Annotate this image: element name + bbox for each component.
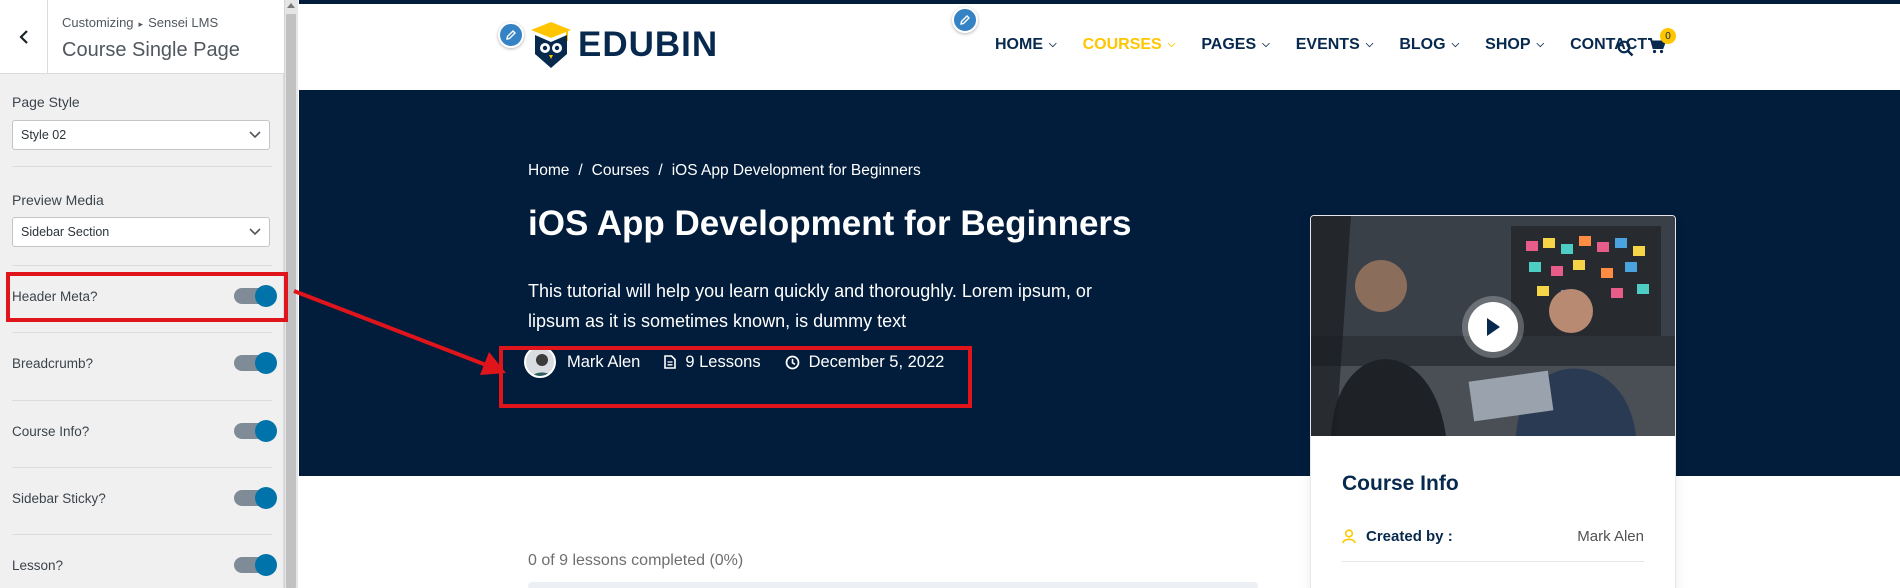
annotation-arrow	[293, 289, 506, 375]
